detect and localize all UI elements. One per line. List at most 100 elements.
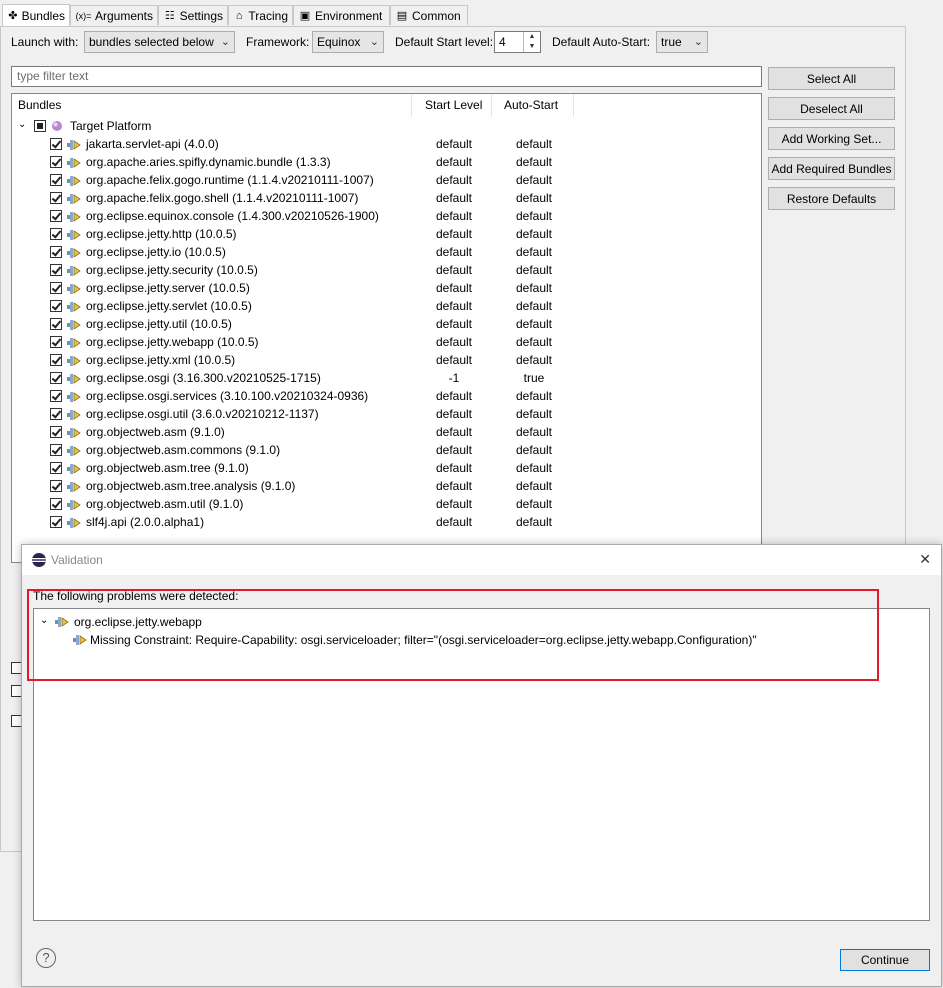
column-header-bundles[interactable]: Bundles	[12, 94, 412, 117]
start-level-spinner[interactable]: 4 ▲ ▼	[494, 31, 541, 53]
bundle-start-level[interactable]: default	[412, 389, 496, 403]
table-row[interactable]: org.objectweb.asm.tree.analysis (9.1.0) d…	[12, 478, 761, 496]
bundle-auto-start[interactable]: default	[492, 497, 576, 511]
select-all-button[interactable]: Select All	[768, 67, 895, 90]
table-row[interactable]: org.eclipse.jetty.server (10.0.5) default…	[12, 280, 761, 298]
bundle-auto-start[interactable]: true	[492, 371, 576, 385]
spinner-buttons[interactable]: ▲ ▼	[523, 32, 540, 52]
table-row[interactable]: org.eclipse.jetty.webapp (10.0.5) default…	[12, 334, 761, 352]
bundle-start-level[interactable]: -1	[412, 371, 496, 385]
table-row[interactable]: org.objectweb.asm.util (9.1.0) default def…	[12, 496, 761, 514]
spin-up-icon[interactable]: ▲	[524, 32, 540, 42]
bundle-start-level[interactable]: default	[412, 317, 496, 331]
add-required-bundles-button[interactable]: Add Required Bundles	[768, 157, 895, 180]
table-row[interactable]: org.eclipse.jetty.io (10.0.5) default defa…	[12, 244, 761, 262]
bundle-auto-start[interactable]: default	[492, 353, 576, 367]
bundle-start-level[interactable]: default	[412, 245, 496, 259]
bundle-auto-start[interactable]: default	[492, 425, 576, 439]
bundle-start-level[interactable]: default	[412, 353, 496, 367]
bundle-auto-start[interactable]: default	[492, 209, 576, 223]
column-header-auto-start[interactable]: Auto-Start	[492, 94, 574, 117]
table-row[interactable]: org.apache.felix.gogo.shell (1.1.4.v2021…	[12, 190, 761, 208]
framework-combo[interactable]: Equinox ⌄	[312, 31, 384, 53]
bundle-checkbox[interactable]	[50, 210, 62, 222]
deselect-all-button[interactable]: Deselect All	[768, 97, 895, 120]
tree-root-row[interactable]: ⌄ Target Platform	[12, 118, 761, 136]
help-icon[interactable]: ?	[36, 948, 56, 968]
bundle-start-level[interactable]: default	[412, 191, 496, 205]
bundle-start-level[interactable]: default	[412, 155, 496, 169]
root-checkbox[interactable]	[34, 120, 46, 132]
bundle-start-level[interactable]: default	[412, 263, 496, 277]
bundle-auto-start[interactable]: default	[492, 245, 576, 259]
bundle-checkbox[interactable]	[50, 228, 62, 240]
bundle-start-level[interactable]: default	[412, 407, 496, 421]
bundle-start-level[interactable]: default	[412, 335, 496, 349]
bundle-auto-start[interactable]: default	[492, 317, 576, 331]
bundle-start-level[interactable]: default	[412, 497, 496, 511]
bundle-auto-start[interactable]: default	[492, 227, 576, 241]
bundle-start-level[interactable]: default	[412, 443, 496, 457]
bundle-checkbox[interactable]	[50, 300, 62, 312]
auto-start-combo[interactable]: true ⌄	[656, 31, 708, 53]
bundle-checkbox[interactable]	[50, 498, 62, 510]
table-row[interactable]: org.apache.aries.spifly.dynamic.bundle (…	[12, 154, 761, 172]
add-working-set-button[interactable]: Add Working Set...	[768, 127, 895, 150]
bundle-checkbox[interactable]	[50, 354, 62, 366]
bundle-start-level[interactable]: default	[412, 425, 496, 439]
table-row[interactable]: org.eclipse.equinox.console (1.4.300.v20…	[12, 208, 761, 226]
spin-down-icon[interactable]: ▼	[524, 42, 540, 52]
filter-input[interactable]: type filter text	[11, 66, 762, 87]
bundle-auto-start[interactable]: default	[492, 407, 576, 421]
table-row[interactable]: org.eclipse.osgi.util (3.6.0.v20210212-1…	[12, 406, 761, 424]
bundle-checkbox[interactable]	[50, 138, 62, 150]
continue-button[interactable]: Continue	[840, 949, 930, 971]
bundle-auto-start[interactable]: default	[492, 335, 576, 349]
bundle-checkbox[interactable]	[50, 336, 62, 348]
bundle-checkbox[interactable]	[50, 516, 62, 528]
bundle-checkbox[interactable]	[50, 264, 62, 276]
bundle-auto-start[interactable]: default	[492, 299, 576, 313]
bundle-start-level[interactable]: default	[412, 137, 496, 151]
table-row[interactable]: org.eclipse.jetty.util (10.0.5) default de…	[12, 316, 761, 334]
bundle-start-level[interactable]: default	[412, 515, 496, 529]
launch-with-combo[interactable]: bundles selected below ⌄	[84, 31, 235, 53]
bundle-auto-start[interactable]: default	[492, 389, 576, 403]
table-row[interactable]: org.objectweb.asm.commons (9.1.0) default…	[12, 442, 761, 460]
bundle-start-level[interactable]: default	[412, 281, 496, 295]
chevron-down-icon[interactable]: ⌄	[18, 119, 26, 130]
bundle-auto-start[interactable]: default	[492, 461, 576, 475]
bundle-checkbox[interactable]	[50, 426, 62, 438]
restore-defaults-button[interactable]: Restore Defaults	[768, 187, 895, 210]
table-row[interactable]: org.eclipse.jetty.http (10.0.5) default de…	[12, 226, 761, 244]
table-row[interactable]: org.apache.felix.gogo.runtime (1.1.4.v20…	[12, 172, 761, 190]
table-row[interactable]: org.eclipse.osgi.services (3.10.100.v202…	[12, 388, 761, 406]
bundle-auto-start[interactable]: default	[492, 281, 576, 295]
bundle-checkbox[interactable]	[50, 318, 62, 330]
bundle-checkbox[interactable]	[50, 282, 62, 294]
table-row[interactable]: org.objectweb.asm.tree (9.1.0) default def…	[12, 460, 761, 478]
table-row[interactable]: org.eclipse.jetty.servlet (10.0.5) defaul…	[12, 298, 761, 316]
bundle-checkbox[interactable]	[50, 408, 62, 420]
tab-settings[interactable]: ☷ Settings	[158, 5, 228, 25]
bundle-checkbox[interactable]	[50, 174, 62, 186]
bundle-start-level[interactable]: default	[412, 299, 496, 313]
bundle-checkbox[interactable]	[50, 390, 62, 402]
bundle-auto-start[interactable]: default	[492, 191, 576, 205]
bundle-auto-start[interactable]: default	[492, 155, 576, 169]
bundle-auto-start[interactable]: default	[492, 515, 576, 529]
table-row[interactable]: org.eclipse.osgi (3.16.300.v20210525-171…	[12, 370, 761, 388]
bundle-checkbox[interactable]	[50, 156, 62, 168]
bundle-checkbox[interactable]	[50, 372, 62, 384]
tab-arguments[interactable]: (x)= Arguments	[70, 5, 158, 25]
bundle-checkbox[interactable]	[50, 462, 62, 474]
bundle-auto-start[interactable]: default	[492, 173, 576, 187]
table-row[interactable]: org.objectweb.asm (9.1.0) default default	[12, 424, 761, 442]
tab-environment[interactable]: ▣ Environment	[293, 5, 390, 25]
bundle-auto-start[interactable]: default	[492, 137, 576, 151]
bundle-start-level[interactable]: default	[412, 173, 496, 187]
table-row[interactable]: org.eclipse.jetty.xml (10.0.5) default def…	[12, 352, 761, 370]
bundle-start-level[interactable]: default	[412, 461, 496, 475]
bundle-start-level[interactable]: default	[412, 209, 496, 223]
bundle-checkbox[interactable]	[50, 246, 62, 258]
